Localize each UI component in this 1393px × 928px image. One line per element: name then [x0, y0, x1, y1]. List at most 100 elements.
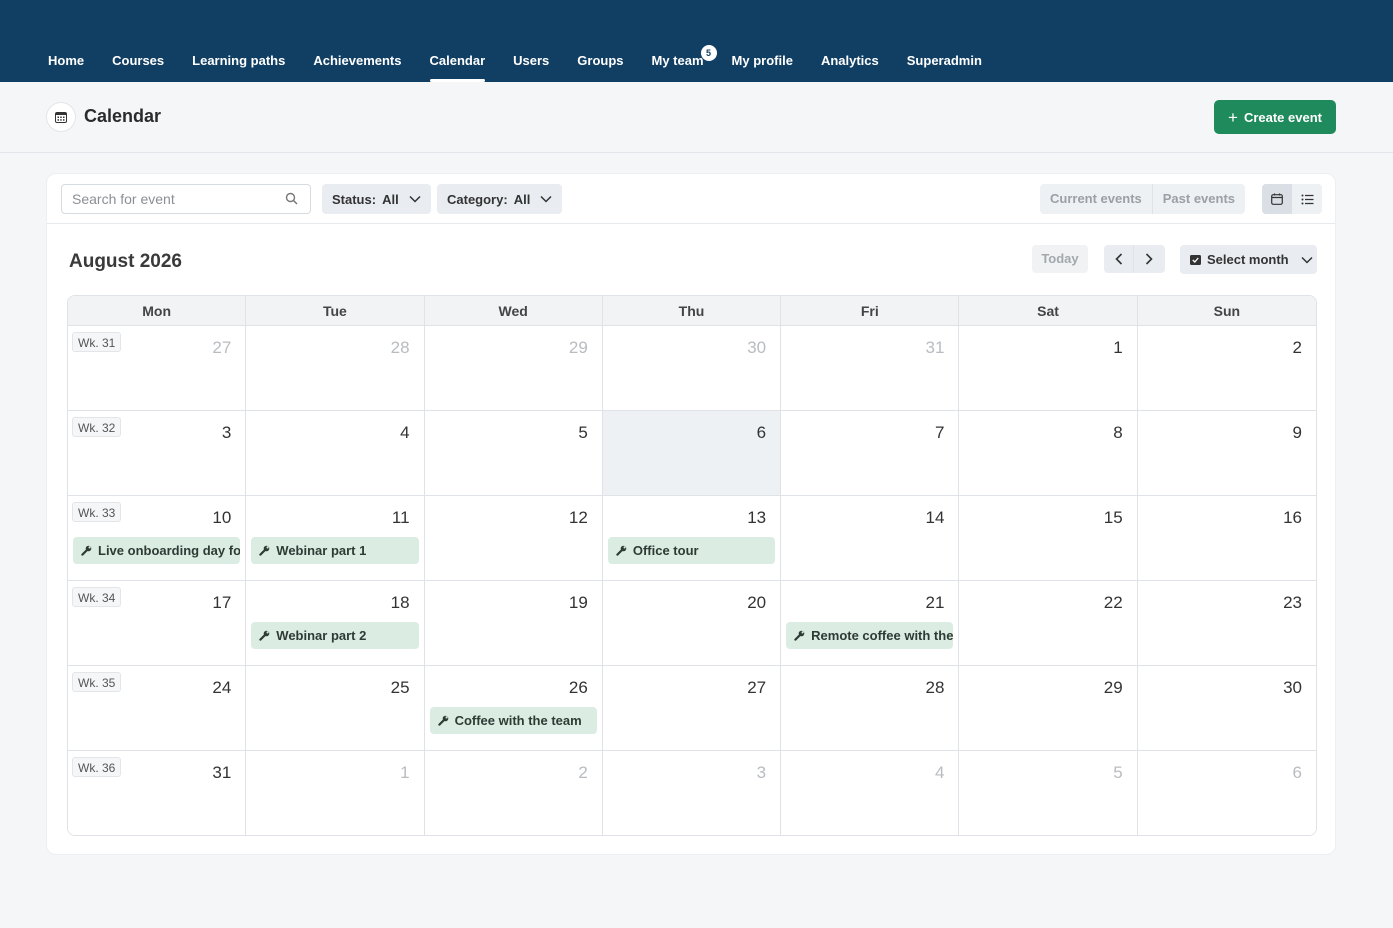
day-cell[interactable]: 4 [246, 411, 425, 496]
nav-item-courses[interactable]: Courses [98, 44, 178, 82]
day-cell[interactable]: 20 [602, 581, 782, 666]
today-button[interactable]: Today [1032, 245, 1088, 273]
current-events-tab[interactable]: Current events [1040, 184, 1153, 214]
day-cell[interactable]: 23 [1137, 581, 1316, 666]
nav-item-label: My team [651, 53, 704, 68]
day-number: 16 [1283, 508, 1302, 527]
day-cell[interactable]: Wk. 34 17 [68, 581, 247, 666]
calendar-event[interactable]: Office tour [607, 537, 776, 564]
weekday-sun: Sun [1213, 303, 1241, 319]
day-cell[interactable]: 3 [602, 751, 782, 835]
nav-item-label: Learning paths [192, 53, 286, 68]
day-cell[interactable]: 31 [781, 326, 960, 411]
week-number: Wk. 31 [72, 332, 122, 352]
past-events-tab[interactable]: Past events [1153, 184, 1245, 214]
event-title: Office tour [632, 543, 699, 558]
day-cell[interactable]: 8 [959, 411, 1138, 496]
list-view-icon[interactable] [1292, 184, 1322, 214]
day-cell[interactable]: 6 [1137, 751, 1316, 835]
calendar-view-icon[interactable] [1262, 184, 1292, 214]
day-number: 30 [1283, 678, 1302, 697]
day-cell[interactable]: 25 [246, 666, 425, 751]
calendar-event[interactable]: Live onboarding day for [73, 537, 241, 564]
category-filter[interactable]: Category: All [437, 184, 563, 214]
calendar-body: Wk. 31 27 28 29 30 31 1 2 Wk. 32 3 4 5 6 7 8 9 Wk. 33 10 L… [68, 326, 1316, 835]
day-cell[interactable]: 30 [1137, 666, 1316, 751]
day-cell[interactable]: Wk. 36 31 [68, 751, 247, 835]
day-cell[interactable]: 28 [246, 326, 425, 411]
day-cell[interactable]: Wk. 31 27 [68, 326, 247, 411]
day-cell[interactable]: 14 [781, 496, 960, 581]
search-icon[interactable] [285, 192, 298, 210]
nav-item-label: Achievements [313, 53, 402, 68]
day-cell[interactable]: 9 [1137, 411, 1316, 496]
day-cell[interactable]: 4 [781, 751, 960, 835]
status-filter-label: Status: [332, 191, 377, 207]
day-cell[interactable]: 7 [781, 411, 960, 496]
nav-item-label: My profile [731, 53, 793, 68]
day-cell[interactable]: 2 [1137, 326, 1316, 411]
day-number: 17 [212, 593, 232, 612]
nav-item-my-team[interactable]: My team 5 [638, 44, 718, 82]
day-cell[interactable]: 26 Coffee with the team [424, 666, 603, 751]
day-cell[interactable]: 5 [424, 411, 603, 496]
nav-item-my-profile[interactable]: My profile [718, 44, 807, 82]
day-cell[interactable]: 2 [424, 751, 603, 835]
nav-item-users[interactable]: Users [499, 44, 563, 82]
day-number: 1 [1113, 338, 1123, 357]
day-cell[interactable]: Wk. 32 3 [68, 411, 247, 496]
day-number: 20 [747, 593, 767, 612]
event-title: Remote coffee with the [811, 628, 954, 643]
nav-item-superadmin[interactable]: Superadmin [893, 44, 996, 82]
select-month-dropdown[interactable]: Select month [1180, 245, 1317, 274]
day-cell[interactable]: 6 [602, 411, 782, 496]
chevron-right-icon[interactable] [1134, 245, 1164, 273]
day-cell[interactable]: 1 [246, 751, 425, 835]
day-cell[interactable]: 18 Webinar part 2 [246, 581, 425, 666]
nav-item-home[interactable]: Home [34, 44, 98, 82]
day-cell[interactable]: 19 [424, 581, 603, 666]
day-cell[interactable]: 16 [1137, 496, 1316, 581]
wrench-icon [616, 545, 627, 556]
page-title: Calendar [84, 106, 162, 126]
view-toggle [1262, 184, 1322, 214]
wrench-icon [259, 545, 270, 556]
calendar-event[interactable]: Coffee with the team [429, 707, 597, 734]
day-cell[interactable]: 15 [959, 496, 1138, 581]
day-number: 11 [391, 508, 410, 527]
day-cell[interactable]: 21 Remote coffee with the [781, 581, 960, 666]
calendar-card: Status: All Category: All Current events… [46, 173, 1336, 855]
day-number: 31 [212, 763, 232, 782]
nav-item-learning-paths[interactable]: Learning paths [178, 44, 299, 82]
day-number: 4 [400, 423, 410, 442]
day-cell[interactable]: 28 [781, 666, 960, 751]
weekday-wed: Wed [425, 296, 603, 326]
nav-item-achievements[interactable]: Achievements [299, 44, 415, 82]
calendar-event[interactable]: Webinar part 2 [251, 622, 419, 649]
chevron-left-icon[interactable] [1104, 245, 1134, 273]
day-cell[interactable]: 22 [959, 581, 1138, 666]
calendar-event[interactable]: Webinar part 1 [251, 537, 419, 564]
nav-items: Home Courses Learning paths Achievements Cal… [34, 44, 996, 82]
day-cell[interactable]: 27 [602, 666, 782, 751]
day-cell[interactable]: 29 [959, 666, 1138, 751]
calendar-event[interactable]: Remote coffee with the [786, 622, 954, 649]
search-input[interactable] [62, 185, 272, 213]
day-number: 6 [1292, 763, 1302, 782]
status-filter[interactable]: Status: All [322, 184, 431, 214]
create-event-button[interactable]: + Create event [1214, 100, 1336, 134]
day-cell[interactable]: 11 Webinar part 1 [246, 496, 425, 581]
day-number: 27 [747, 678, 767, 697]
day-cell[interactable]: 12 [424, 496, 603, 581]
nav-item-groups[interactable]: Groups [563, 44, 637, 82]
nav-item-analytics[interactable]: Analytics [807, 44, 893, 82]
nav-item-calendar[interactable]: Calendar [416, 44, 500, 82]
day-cell[interactable]: Wk. 35 24 [68, 666, 247, 751]
day-cell[interactable]: 5 [959, 751, 1138, 835]
day-cell[interactable]: 29 [424, 326, 603, 411]
day-cell[interactable]: 30 [602, 326, 782, 411]
day-cell[interactable]: 1 [959, 326, 1138, 411]
day-cell[interactable]: Wk. 33 10 Live onboarding day for [68, 496, 247, 581]
day-cell[interactable]: 13 Office tour [602, 496, 782, 581]
category-filter-value: All [513, 191, 531, 207]
